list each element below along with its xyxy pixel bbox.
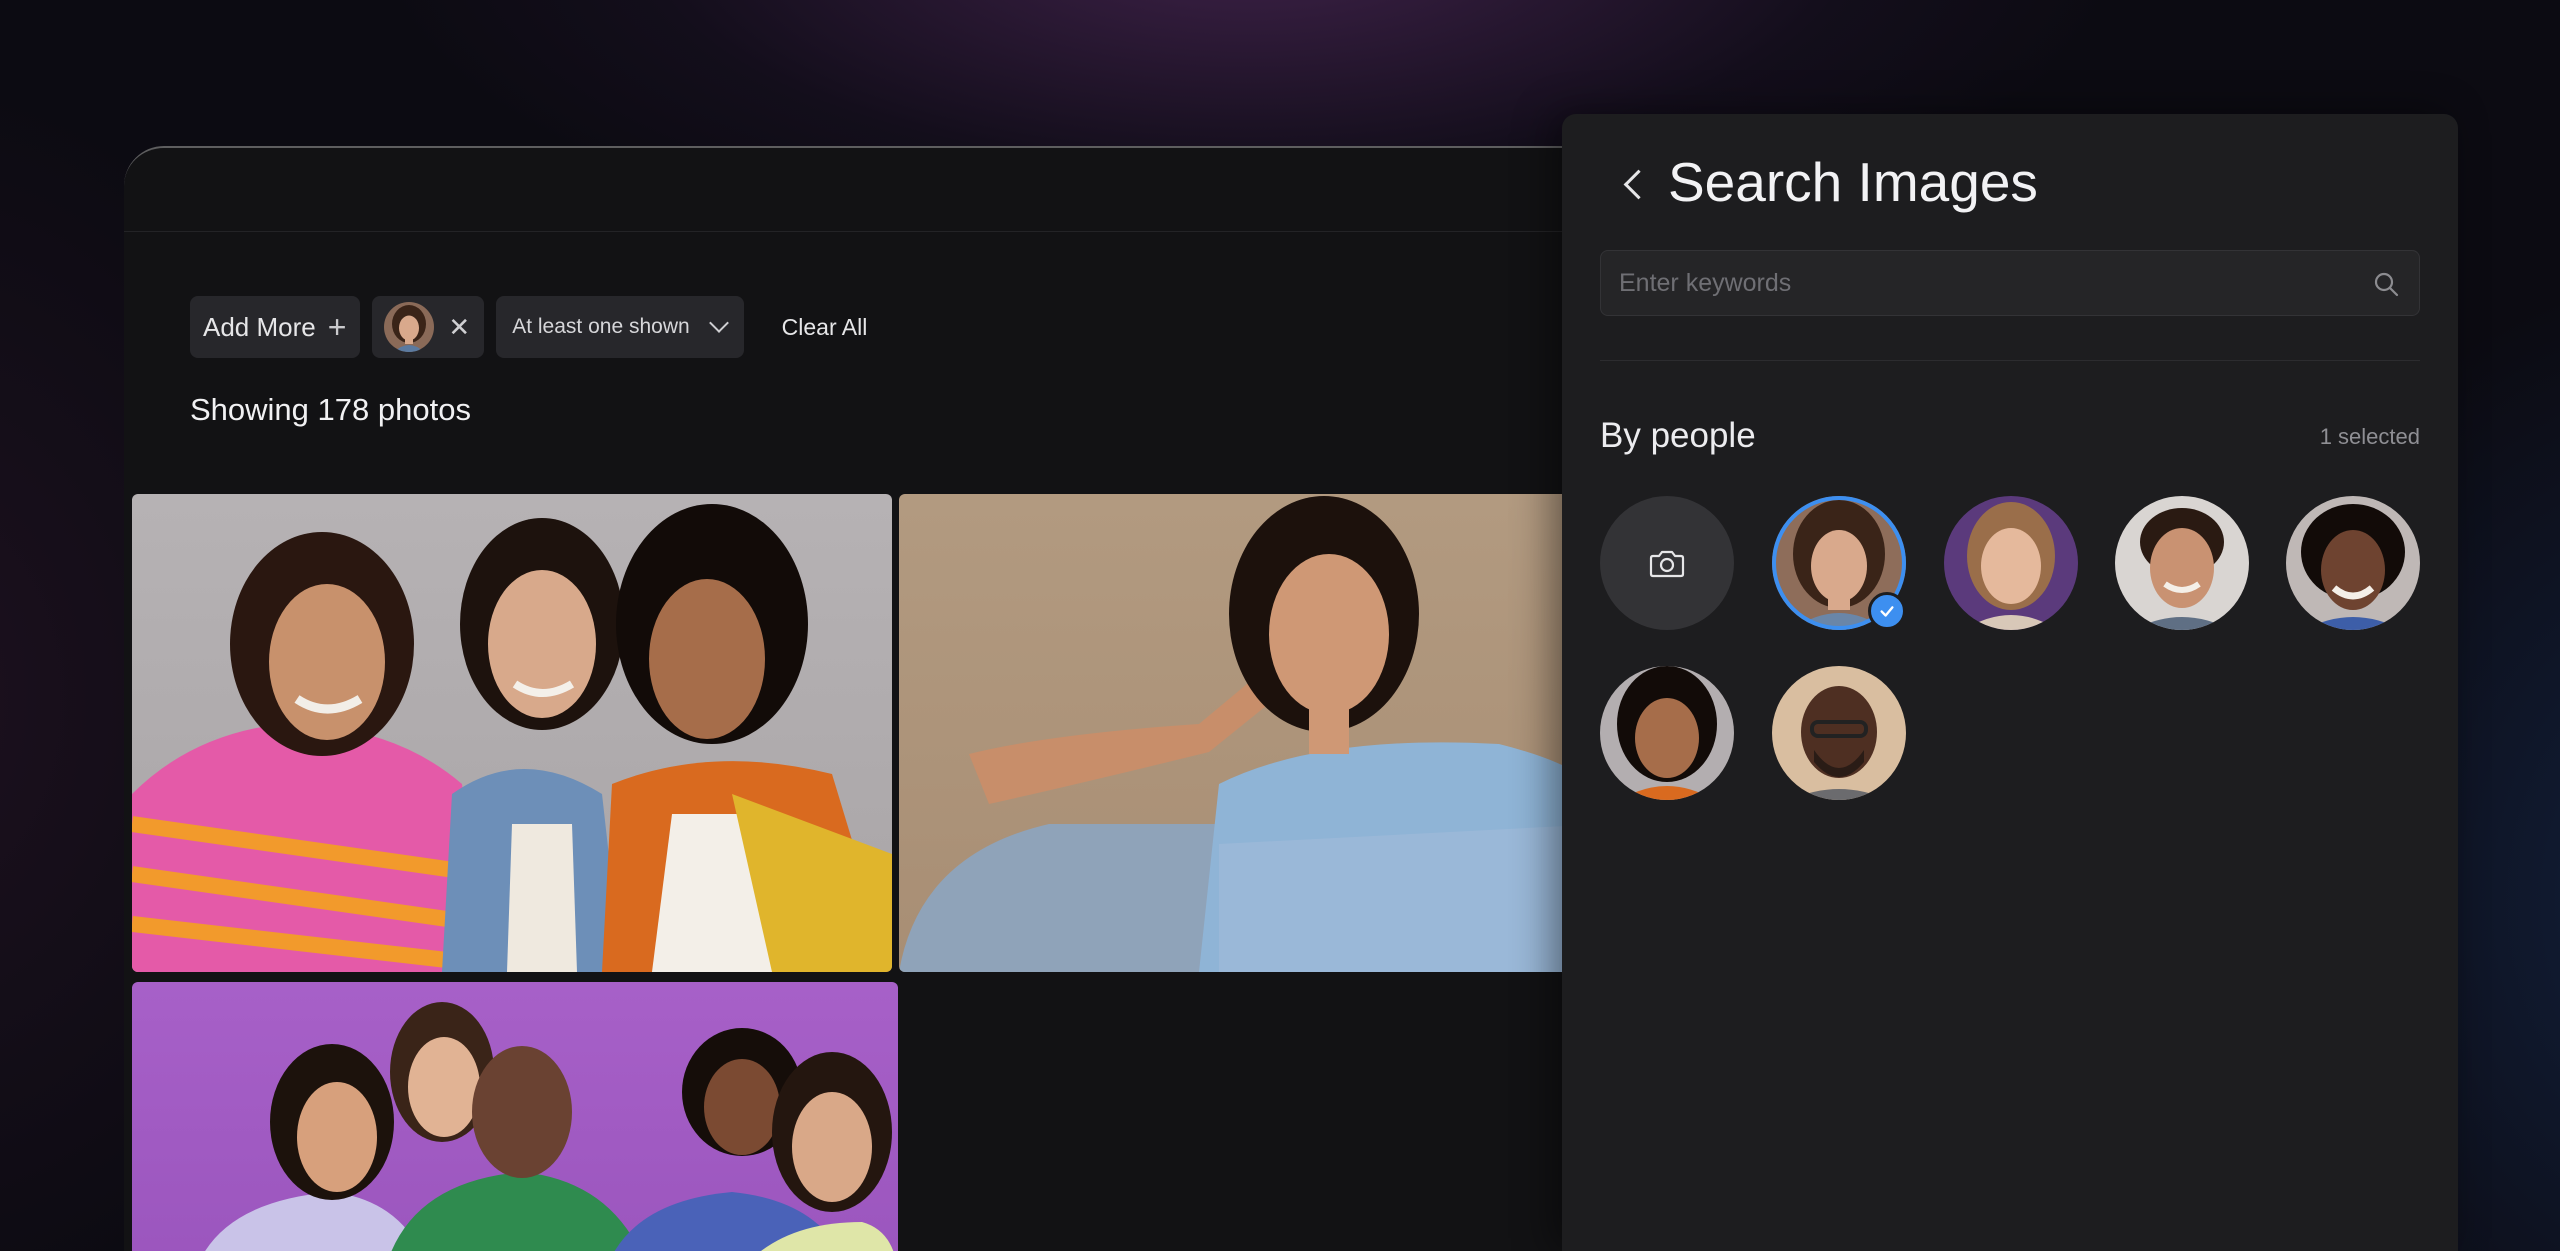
person-avatar[interactable] — [2286, 496, 2420, 630]
match-mode-dropdown[interactable]: At least one shown — [496, 296, 744, 358]
clear-all-button[interactable]: Clear All — [782, 314, 868, 341]
match-mode-value: At least one shown — [512, 315, 690, 338]
photo-thumbnail[interactable] — [132, 982, 898, 1251]
app-header — [124, 148, 1604, 232]
person-avatar[interactable] — [1600, 666, 1734, 800]
person-filter-chip[interactable]: ✕ — [372, 296, 485, 358]
divider — [1600, 360, 2420, 361]
search-input[interactable] — [1601, 251, 2419, 315]
search-field — [1600, 250, 2420, 316]
person-avatar[interactable] — [2115, 496, 2249, 630]
person-avatar[interactable] — [1772, 666, 1906, 800]
filter-bar: Add More + ✕ At least one shown Clear Al… — [190, 296, 867, 358]
selected-count: 1 selected — [2319, 424, 2420, 449]
plus-icon: + — [327, 309, 347, 345]
close-icon[interactable]: ✕ — [448, 314, 470, 340]
gallery-window: Add More + ✕ At least one shown Clear Al… — [124, 146, 1604, 1251]
upload-face-button[interactable] — [1600, 496, 1734, 630]
filter-person-avatar — [384, 302, 435, 352]
chevron-down-icon — [708, 313, 729, 333]
add-more-label: Add More — [203, 311, 316, 342]
panel-title: Search Images — [1668, 151, 2038, 213]
search-images-panel: Search Images By people 1 selected — [1562, 114, 2458, 1251]
back-button[interactable] — [1614, 164, 1654, 204]
photo-thumbnail[interactable] — [132, 494, 892, 972]
checkmark-icon — [1868, 592, 1906, 630]
section-title: By people — [1600, 416, 1756, 455]
search-icon[interactable] — [2373, 271, 2399, 297]
camera-icon — [1649, 550, 1685, 578]
person-avatar[interactable] — [1944, 496, 2078, 630]
results-count: Showing 178 photos — [190, 392, 471, 427]
add-more-button[interactable]: Add More + — [190, 296, 361, 358]
photo-thumbnail[interactable] — [899, 494, 1604, 972]
